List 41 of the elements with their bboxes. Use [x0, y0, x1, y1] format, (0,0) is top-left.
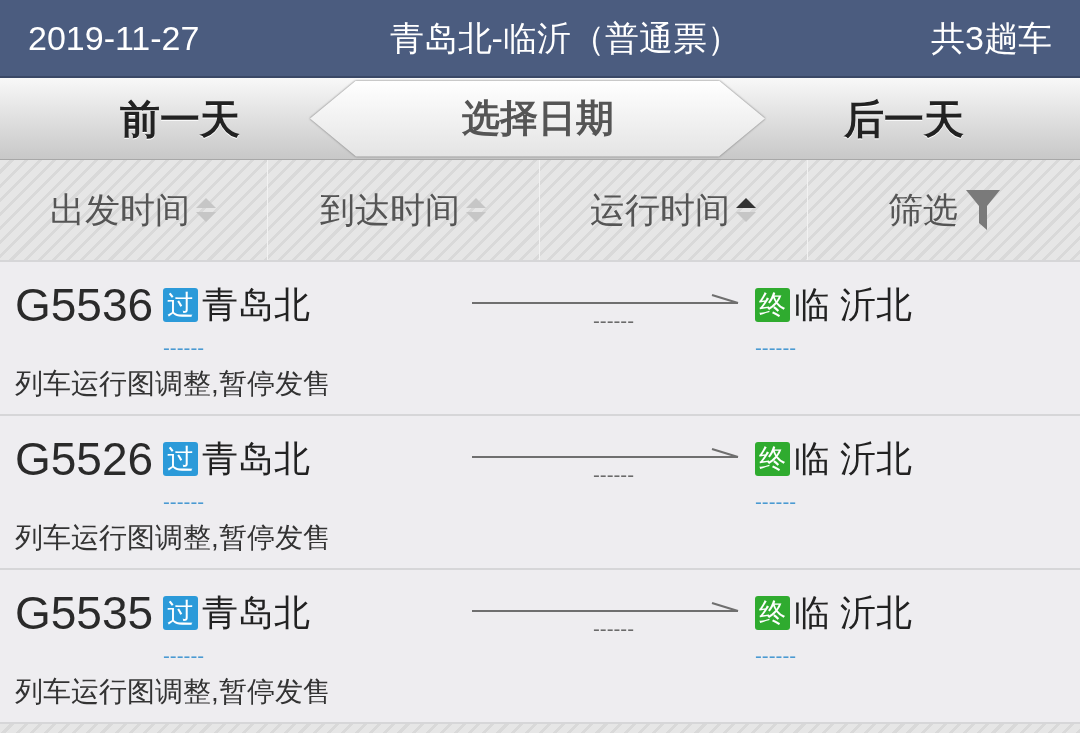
- duration-text: ------: [592, 624, 635, 634]
- train-number: G5526: [15, 432, 155, 487]
- sort-button[interactable]: 出发时间: [49, 188, 218, 232]
- travel-date: 2019-11-27: [28, 18, 200, 58]
- departure-time: ------: [163, 497, 205, 507]
- station-name: 临 沂北: [794, 283, 912, 327]
- train-number: G5535: [15, 586, 155, 641]
- status-text: 列车运行图调整,暂停发售: [15, 367, 331, 401]
- filter-icon: [966, 190, 1000, 230]
- route-title: 青岛北-临沂（普通票）: [389, 18, 741, 58]
- station-name: 临 沂北: [794, 591, 912, 635]
- terminal-badge: 终: [755, 288, 790, 322]
- filter-button[interactable]: 筛选: [888, 188, 1000, 232]
- train-number: G5536: [15, 278, 155, 333]
- previous-day-button[interactable]: 前一天: [0, 78, 310, 159]
- station-name: 青岛北: [202, 437, 310, 481]
- station-name: 临 沂北: [794, 437, 912, 481]
- terminal-badge: 终: [755, 596, 790, 630]
- arrival-time: ------: [755, 497, 797, 507]
- arrow-icon: [472, 447, 740, 461]
- departure-time: ------: [163, 343, 205, 353]
- pass-badge: 过: [163, 288, 198, 322]
- duration-text: ------: [592, 470, 635, 480]
- arrow-icon: [472, 601, 740, 615]
- status-text: 列车运行图调整,暂停发售: [15, 675, 331, 709]
- station-name: 青岛北: [202, 283, 310, 327]
- next-day-button[interactable]: 后一天: [765, 78, 1080, 159]
- status-text: 列车运行图调整,暂停发售: [15, 521, 331, 555]
- terminal-badge: 终: [755, 442, 790, 476]
- sort-button[interactable]: 运行时间: [589, 188, 758, 232]
- sort-button[interactable]: 到达时间: [319, 188, 488, 232]
- arrival-time: ------: [755, 651, 797, 661]
- arrow-icon: [472, 293, 740, 307]
- departure-time: ------: [163, 651, 205, 661]
- train-count: 共3趟车: [931, 18, 1052, 58]
- duration-text: ------: [592, 316, 635, 326]
- arrival-time: ------: [755, 343, 797, 353]
- station-name: 青岛北: [202, 591, 310, 635]
- select-date-button[interactable]: 选择日期: [310, 80, 765, 157]
- pass-badge: 过: [163, 442, 198, 476]
- pass-badge: 过: [163, 596, 198, 630]
